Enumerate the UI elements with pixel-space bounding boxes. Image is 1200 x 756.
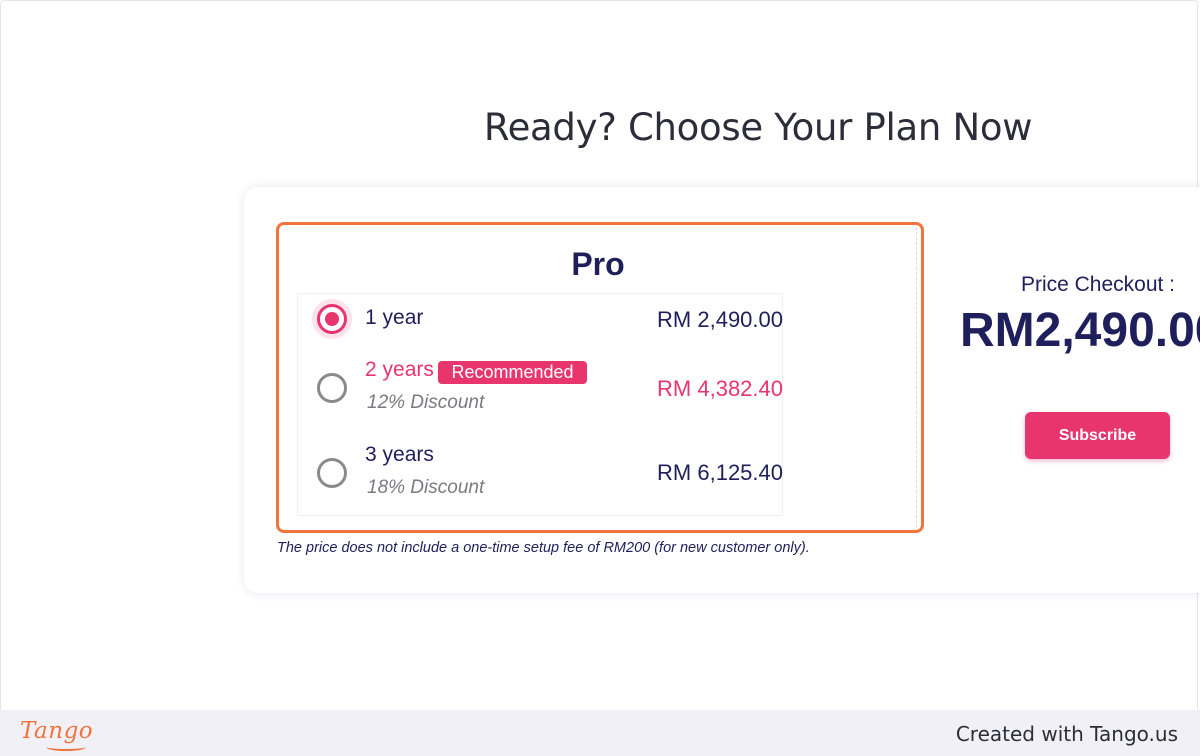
- recommended-badge: Recommended: [438, 361, 587, 384]
- option-discount-2-years: 12% Discount: [367, 392, 485, 413]
- option-label-3-years[interactable]: 3 years: [365, 443, 434, 467]
- setup-fee-note: The price does not include a one-time se…: [277, 540, 810, 556]
- option-discount-3-years: 18% Discount: [367, 477, 485, 498]
- checkout-amount: RM2,490.00: [960, 304, 1200, 357]
- footer-bar: Tango Created with Tango.us: [0, 710, 1200, 756]
- tango-logo: Tango: [20, 718, 94, 744]
- created-with-text: Created with Tango.us: [955, 722, 1178, 746]
- tango-logo-swoosh: [46, 743, 86, 751]
- page-title: Ready? Choose Your Plan Now: [483, 106, 1033, 149]
- radio-2-years[interactable]: [317, 373, 347, 403]
- checkout-label: Price Checkout :: [1020, 273, 1176, 296]
- subscribe-button[interactable]: Subscribe: [1025, 412, 1170, 459]
- option-label-2-years[interactable]: 2 years: [365, 358, 434, 382]
- option-label-1-year[interactable]: 1 year: [365, 306, 423, 330]
- radio-1-year[interactable]: [317, 304, 347, 334]
- option-price-3-years: RM 6,125.40: [657, 460, 783, 485]
- option-price-2-years: RM 4,382.40: [657, 376, 783, 401]
- radio-3-years[interactable]: [317, 458, 347, 488]
- option-price-1-year: RM 2,490.00: [657, 307, 783, 332]
